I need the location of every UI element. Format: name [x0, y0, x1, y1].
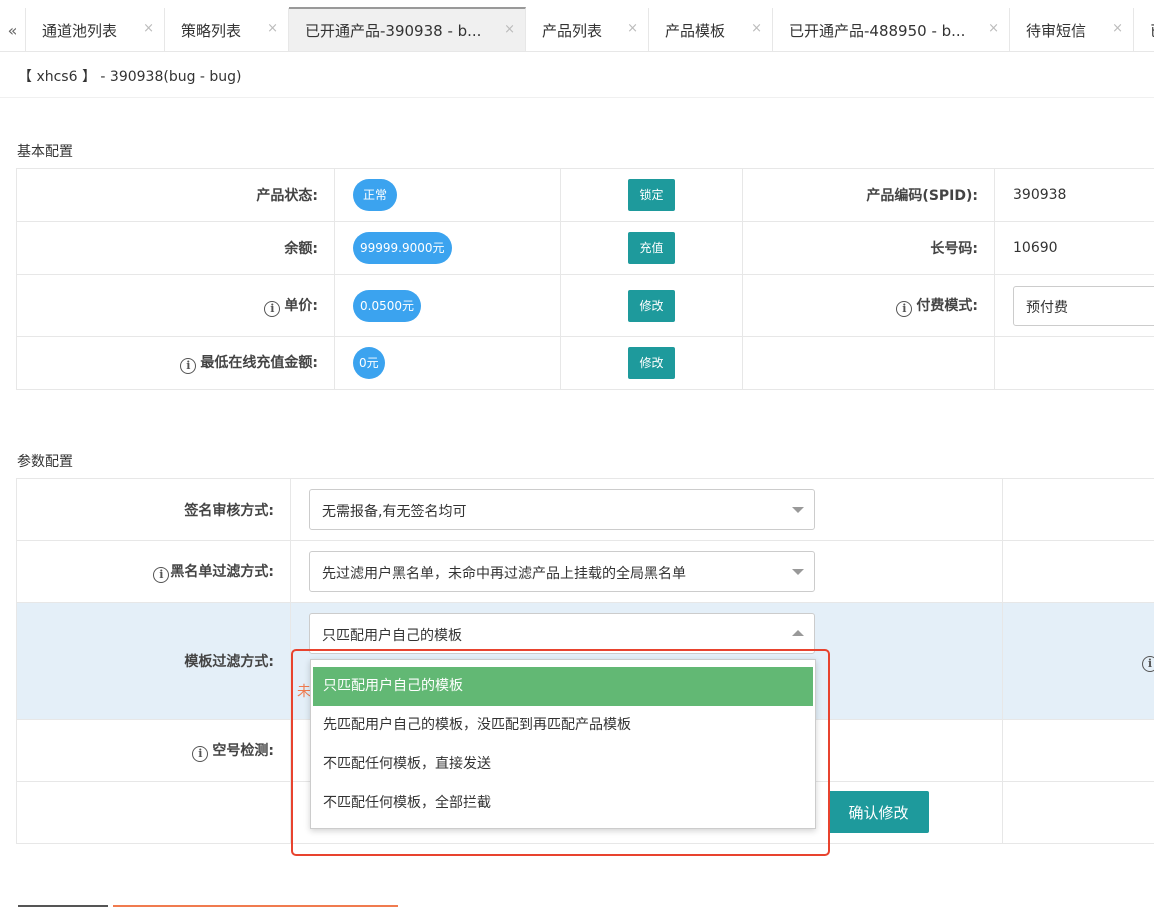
info-icon: i — [1142, 656, 1154, 672]
dropdown-option[interactable]: 不匹配任何模板，全部拦截 — [311, 784, 815, 823]
tab-label: 产品列表 — [542, 21, 603, 40]
status-badge: 正常 — [353, 179, 398, 211]
template-hint: 未 — [297, 684, 311, 700]
pay-mode-label: 付费模式: — [916, 297, 978, 314]
tab-label: 通道池列表 — [42, 21, 118, 40]
close-icon[interactable]: × — [627, 21, 638, 36]
min-recharge-label: 最低在线充值金额: — [200, 355, 318, 371]
tab-label: 策略列表 — [181, 21, 242, 40]
table-row: 签名审核方式: 无需报备,有无签名均可 i — [16, 478, 1154, 541]
tab-product-list[interactable]: 产品列表 × — [526, 8, 649, 51]
sign-review-label: 签名审核方式: — [16, 478, 291, 541]
tab-opened-product-390938[interactable]: 已开通产品-390938 - b... × — [289, 7, 526, 51]
pay-mode-select[interactable]: 预付费 — [1013, 285, 1154, 326]
balance-label: 余额: — [16, 221, 335, 275]
select-value: 先过滤用户黑名单，未命中再过滤产品上挂载的全局黑名单 — [322, 566, 686, 582]
table-row: i黑名单过滤方式: 先过滤用户黑名单，未命中再过滤产品上挂载的全局黑名单 i — [16, 540, 1154, 603]
close-icon[interactable]: × — [143, 21, 154, 36]
status-label: 产品状态: — [16, 168, 335, 222]
table-row: 余额: 99999.9000元 充值 长号码: 10690 — [16, 221, 1154, 275]
section-title-params: 参数配置 — [17, 454, 73, 470]
section-title-basic: 基本配置 — [17, 144, 73, 160]
lock-button[interactable]: 锁定 — [628, 179, 675, 211]
blacklist-label: 黑名单过滤方式: — [170, 563, 274, 580]
close-icon[interactable]: × — [504, 22, 515, 37]
table-row: i 单价: 0.0500元 修改 i 付费模式: 预付费 — [16, 274, 1154, 337]
min-recharge-badge: 0元 — [353, 347, 385, 379]
spid-label: 产品编码(SPID): — [742, 168, 995, 222]
select-value: 无需报备,有无签名均可 — [322, 504, 467, 520]
tab-label: 产品模板 — [665, 21, 726, 40]
table-row: i 最低在线充值金额: 0元 修改 — [16, 336, 1154, 390]
long-code-label: 长号码: — [742, 221, 995, 275]
caret-down-icon — [792, 507, 804, 513]
close-icon[interactable]: × — [267, 21, 278, 36]
empty-check-label: 空号检测: — [212, 742, 274, 759]
sign-review-select[interactable]: 无需报备,有无签名均可 — [309, 489, 815, 530]
blacklist-select[interactable]: 先过滤用户黑名单，未命中再过滤产品上挂载的全局黑名单 — [309, 551, 815, 592]
unit-price-badge: 0.0500元 — [353, 289, 421, 322]
long-code-value: 10690 — [994, 221, 1154, 275]
info-icon: i — [896, 300, 913, 317]
info-icon: i — [264, 300, 281, 317]
dropdown-option[interactable]: 不匹配任何模板，直接发送 — [311, 745, 815, 784]
breadcrumb: 【 xhcs6 】 - 390938(bug - bug) — [18, 69, 242, 85]
table-row: 产品状态: 正常 锁定 产品编码(SPID): 390938 — [16, 168, 1154, 222]
basic-config-table: 产品状态: 正常 锁定 产品编码(SPID): 390938 余额: 99999… — [16, 168, 1154, 390]
close-icon[interactable]: × — [1112, 21, 1123, 36]
template-filter-select[interactable]: 只匹配用户自己的模板 — [309, 613, 815, 654]
close-icon[interactable]: × — [988, 21, 999, 36]
info-icon: i — [153, 566, 170, 583]
tab-opened-product-488950[interactable]: 已开通产品-488950 - b... × — [773, 8, 1010, 51]
select-value: 只匹配用户自己的模板 — [322, 628, 462, 644]
template-filter-label: 模板过滤方式: — [16, 602, 291, 720]
recharge-button[interactable]: 充值 — [628, 232, 675, 264]
edit-unit-price-button[interactable]: 修改 — [628, 289, 675, 322]
spid-value: 390938 — [994, 168, 1154, 222]
tab-product-template[interactable]: 产品模板 × — [649, 8, 773, 51]
balance-badge: 99999.9000元 — [353, 232, 452, 264]
tab-overflow[interactable]: 已 — [1134, 8, 1154, 51]
close-icon[interactable]: × — [751, 21, 762, 36]
dropdown-option[interactable]: 先匹配用户自己的模板，没匹配到再匹配产品模板 — [311, 706, 815, 745]
tab-label: 已开通产品-390938 - b... — [305, 22, 482, 40]
info-icon: i — [192, 745, 209, 762]
tab-label: 待审短信 — [1026, 21, 1087, 40]
confirm-button[interactable]: 确认修改 — [828, 791, 929, 833]
tab-pending-sms[interactable]: 待审短信 × — [1010, 8, 1134, 51]
divider — [0, 97, 1154, 98]
caret-down-icon — [792, 569, 804, 575]
scroll-tabs-left-icon[interactable]: « — [0, 8, 26, 51]
tab-channel-pool[interactable]: 通道池列表 × — [26, 8, 165, 51]
dropdown-option[interactable]: 只匹配用户自己的模板 — [313, 667, 813, 706]
tab-strategy-list[interactable]: 策略列表 × — [165, 8, 289, 51]
tab-label: 已 — [1150, 20, 1154, 41]
tab-label: 已开通产品-488950 - b... — [789, 21, 966, 40]
info-icon: i — [180, 358, 197, 374]
cutoff-text-row — [18, 905, 398, 907]
edit-min-recharge-button[interactable]: 修改 — [628, 347, 675, 379]
caret-up-icon — [792, 630, 804, 636]
template-filter-dropdown: 只匹配用户自己的模板 先匹配用户自己的模板，没匹配到再匹配产品模板 不匹配任何模… — [310, 659, 816, 829]
tab-bar: « 通道池列表 × 策略列表 × 已开通产品-390938 - b... × 产… — [0, 0, 1154, 52]
unit-price-label: 单价: — [284, 297, 318, 314]
